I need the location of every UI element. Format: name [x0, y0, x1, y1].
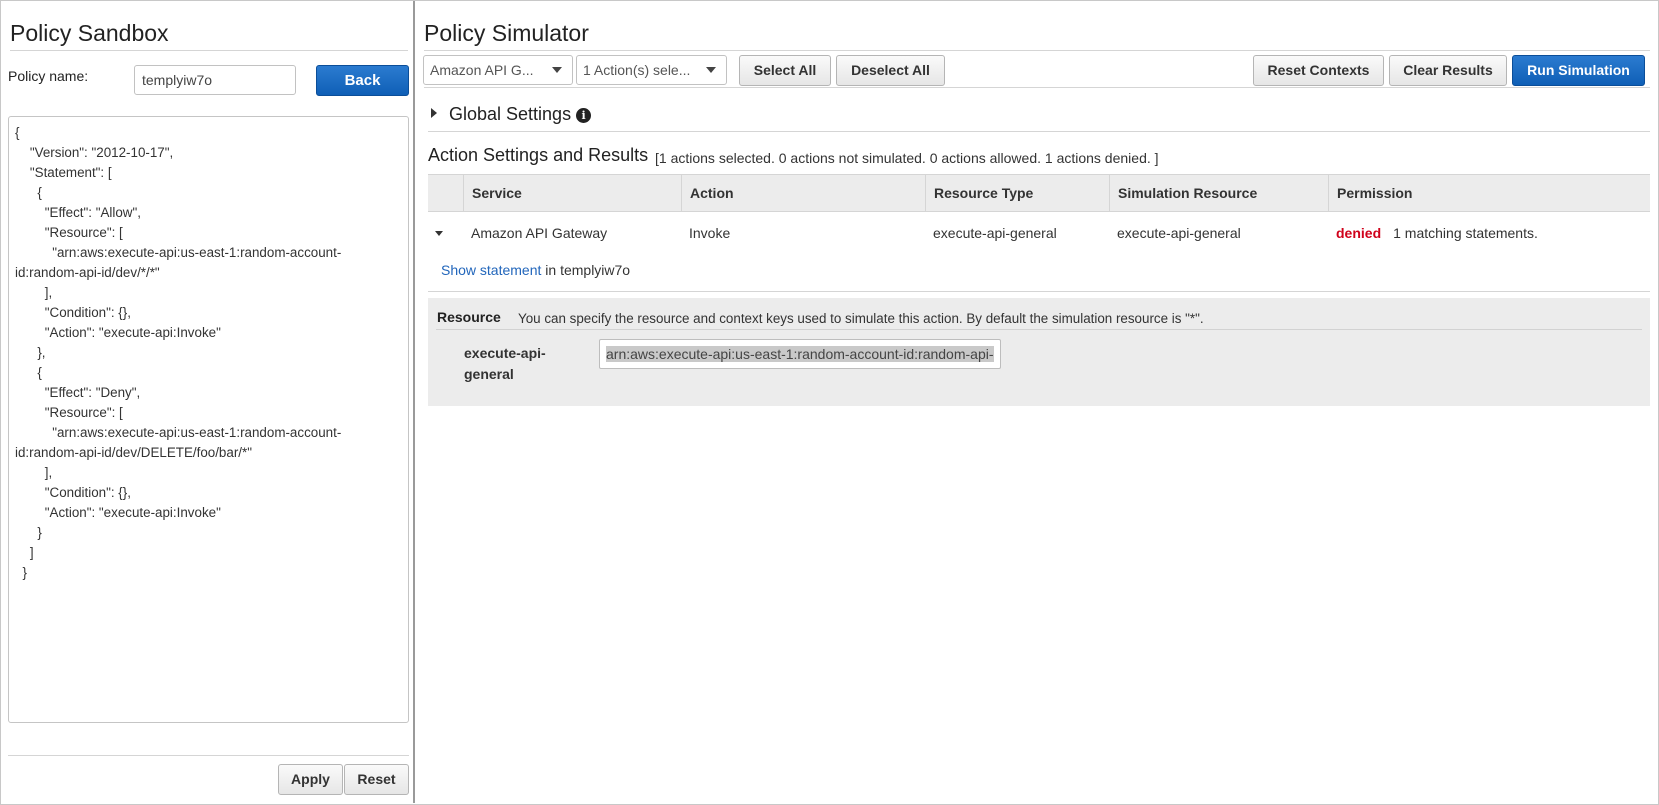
divider: [428, 291, 1650, 292]
service-select-value: Amazon API G...: [430, 62, 534, 78]
policy-editor[interactable]: { "Version": "2012-10-17", "Statement": …: [8, 116, 409, 723]
policy-sandbox-title: Policy Sandbox: [10, 20, 169, 46]
policy-simulator-title: Policy Simulator: [424, 20, 589, 46]
reset-button[interactable]: Reset: [344, 764, 409, 795]
column-header-simulation-resource[interactable]: Simulation Resource: [1109, 175, 1328, 211]
clear-results-button[interactable]: Clear Results: [1389, 55, 1507, 86]
row-resource-type: execute-api-general: [933, 225, 1057, 241]
divider: [424, 87, 1650, 88]
resource-key-label: execute-api-general: [464, 345, 546, 382]
chevron-down-icon: [552, 67, 562, 73]
actions-select-value: 1 Action(s) sele...: [583, 62, 691, 78]
show-statement-suffix: in templyiw7o: [545, 262, 631, 278]
action-summary: [1 actions selected. 0 actions not simul…: [655, 150, 1159, 166]
divider: [424, 50, 1650, 51]
policy-name-label: Policy name:: [8, 68, 89, 84]
actions-select[interactable]: 1 Action(s) sele...: [576, 55, 727, 85]
table-row[interactable]: Amazon API Gateway Invoke execute-api-ge…: [428, 213, 1650, 253]
global-settings-label: Global Settings: [449, 104, 572, 124]
apply-button[interactable]: Apply: [278, 764, 343, 795]
select-all-button[interactable]: Select All: [739, 55, 831, 86]
permission-status-badge: denied: [1336, 225, 1382, 241]
show-statement-link[interactable]: Show statement: [441, 262, 541, 278]
row-simulation-resource: execute-api-general: [1117, 225, 1241, 241]
reset-contexts-button[interactable]: Reset Contexts: [1253, 55, 1384, 86]
row-permission: denied 1 matching statements.: [1328, 213, 1538, 253]
divider: [10, 50, 408, 51]
column-header-permission[interactable]: Permission: [1328, 175, 1650, 211]
row-service: Amazon API Gateway: [471, 225, 608, 241]
column-header-service[interactable]: Service: [463, 175, 681, 211]
policy-name-input[interactable]: [134, 65, 296, 95]
deselect-all-button[interactable]: Deselect All: [836, 55, 945, 86]
column-header-action[interactable]: Action: [681, 175, 925, 211]
info-icon[interactable]: i: [576, 108, 592, 123]
action-settings-title: Action Settings and Results: [428, 145, 649, 165]
run-simulation-button[interactable]: Run Simulation: [1512, 55, 1645, 86]
resource-arn-value: arn:aws:execute-api:us-east-1:random-acc…: [606, 346, 994, 362]
chevron-down-icon: [706, 67, 716, 73]
divider: [8, 755, 409, 756]
resource-section: Resource You can specify the resource an…: [428, 298, 1650, 406]
expand-column-header: [428, 175, 463, 211]
resource-section-label: Resource: [437, 309, 501, 325]
global-settings-toggle[interactable]: Global Settings i: [431, 104, 592, 125]
resource-section-description: You can specify the resource and context…: [518, 311, 1204, 326]
expand-row-icon[interactable]: [435, 231, 443, 236]
chevron-right-icon: [431, 108, 437, 118]
divider: [428, 131, 1650, 132]
resource-arn-input[interactable]: arn:aws:execute-api:us-east-1:random-acc…: [599, 339, 1001, 369]
show-statement-line: Show statement in templyiw7o: [441, 262, 630, 278]
results-table-header: Service Action Resource Type Simulation …: [428, 174, 1650, 212]
divider: [436, 329, 1642, 330]
permission-detail: 1 matching statements.: [1393, 225, 1538, 241]
column-header-resource-type[interactable]: Resource Type: [925, 175, 1109, 211]
service-select[interactable]: Amazon API G...: [423, 55, 573, 85]
back-button[interactable]: Back: [316, 65, 409, 96]
row-action: Invoke: [689, 225, 731, 241]
